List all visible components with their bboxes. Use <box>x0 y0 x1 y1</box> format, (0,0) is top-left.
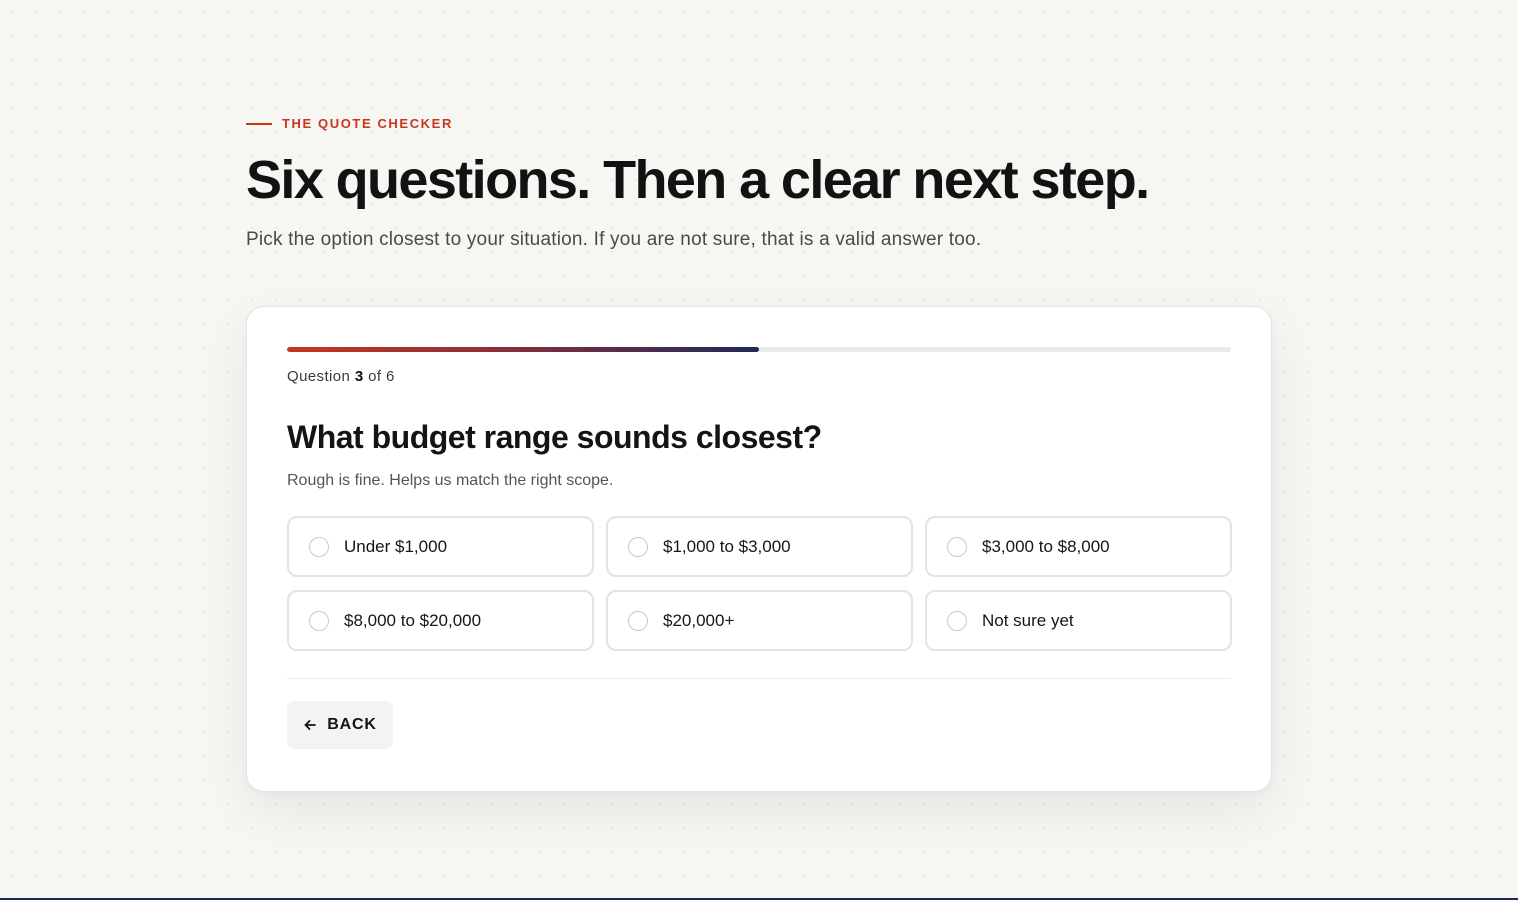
radio-icon[interactable] <box>309 610 329 631</box>
divider <box>287 678 1231 679</box>
progress-fill <box>287 347 759 352</box>
page-subtitle: Pick the option closest to your situatio… <box>246 229 982 250</box>
radio-icon[interactable] <box>309 536 329 557</box>
radio-icon[interactable] <box>947 536 967 557</box>
progress-total: 6 <box>386 368 395 385</box>
radio-icon[interactable] <box>628 536 648 557</box>
page-title: Six questions. Then a clear next step. <box>246 150 1150 210</box>
progress-current: 3 <box>354 368 364 385</box>
option-label: Under $1,000 <box>344 536 448 556</box>
option-label: Not sure yet <box>982 610 1074 630</box>
option-3000-to-8000[interactable]: $3,000 to $8,000 <box>925 516 1232 577</box>
option-8000-to-20000[interactable]: $8,000 to $20,000 <box>287 590 594 651</box>
progress-label-mid: of <box>368 368 382 385</box>
radio-icon[interactable] <box>947 610 967 631</box>
option-label: $3,000 to $8,000 <box>982 536 1110 556</box>
back-button[interactable]: BACK <box>287 701 393 749</box>
option-20000-plus[interactable]: $20,000+ <box>606 590 913 651</box>
question-title: What budget range sounds closest? <box>287 419 822 455</box>
back-label: BACK <box>327 716 377 733</box>
eyebrow-rule <box>246 122 272 125</box>
arrow-left-icon <box>303 718 317 732</box>
progress-bar <box>287 347 1231 352</box>
question-card: Question 3 of 6 What budget range sounds… <box>246 306 1272 792</box>
option-label: $8,000 to $20,000 <box>344 610 482 630</box>
eyebrow-label: THE QUOTE CHECKER <box>282 116 453 131</box>
radio-icon[interactable] <box>628 610 648 631</box>
question-hint: Rough is fine. Helps us match the right … <box>287 472 614 489</box>
eyebrow: THE QUOTE CHECKER <box>246 116 1276 131</box>
progress-label-prefix: Question <box>287 368 351 385</box>
progress-label: Question 3 of 6 <box>287 368 1231 385</box>
hero-section: THE QUOTE CHECKER Six questions. Then a … <box>246 116 1276 251</box>
option-under-1000[interactable]: Under $1,000 <box>287 516 594 577</box>
option-label: $20,000+ <box>663 610 735 630</box>
option-not-sure[interactable]: Not sure yet <box>925 590 1232 651</box>
option-label: $1,000 to $3,000 <box>663 536 791 556</box>
options-grid: Under $1,000 $1,000 to $3,000 $3,000 to … <box>287 516 1232 651</box>
option-1000-to-3000[interactable]: $1,000 to $3,000 <box>606 516 913 577</box>
